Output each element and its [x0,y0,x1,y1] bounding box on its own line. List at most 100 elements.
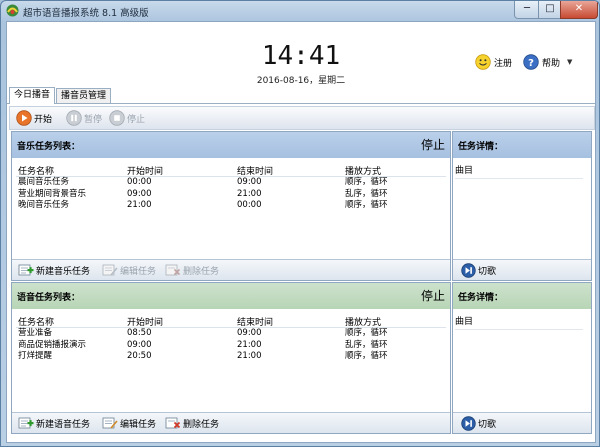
next-track-icon [461,262,476,278]
pause-button[interactable]: 暂停 [66,109,102,127]
delete-task-icon [165,264,181,276]
task-name: 营业准备 [18,328,53,338]
new-music-task-label: 新建音乐任务 [36,266,91,277]
music-panel-header: 音乐任务列表： 停止 [12,132,450,158]
col-end-time[interactable]: 结束时间 [237,315,273,328]
end-time: 21:00 [237,351,262,361]
minimize-button[interactable]: ─ [514,1,540,19]
edit-music-task-button[interactable]: 编辑任务 [102,262,156,278]
end-time: 00:00 [237,200,262,210]
col-play-mode[interactable]: 播放方式 [345,164,381,177]
play-icon [16,110,32,126]
table-row[interactable]: 打烊提醒 20:50 21:00 顺序，循环 [16,351,446,363]
music-detail-panel: 任务详情： 曲目 切歌 [452,131,592,281]
start-time: 20:50 [127,351,152,361]
app-logo-icon [6,4,19,17]
switch-song-label: 切歌 [478,419,497,430]
register-button[interactable]: 注册 [475,53,512,71]
table-row[interactable]: 营业期间背景音乐 09:00 21:00 乱序，循环 [16,189,446,201]
play-mode: 顺序，循环 [345,177,388,187]
edit-task-icon [102,264,118,276]
playback-toolbar: 开始 暂停 停止 [9,106,595,130]
play-mode: 顺序，循环 [345,351,388,361]
pause-label: 暂停 [84,114,103,125]
task-name: 打烊提醒 [18,351,53,361]
voice-detail-panel: 任务详情： 曲目 切歌 [452,282,592,434]
start-time: 21:00 [127,200,152,210]
tab-today-broadcast[interactable]: 今日播音 [9,87,56,104]
stop-label: 停止 [127,114,146,125]
play-mode: 乱序，循环 [345,188,388,199]
start-time: 09:00 [127,188,152,199]
svg-text:?: ? [528,58,534,69]
switch-song-button[interactable]: 切歌 [461,262,496,278]
task-name: 营业期间背景音乐 [18,188,87,199]
delete-task-icon [165,417,181,429]
app-window: 超市语音播报系统 8.1 高级版 ─ □ ✕ 14:41 2016-08-16，… [0,0,600,447]
start-label: 开始 [34,114,53,125]
add-task-icon [18,264,34,276]
music-detail-title: 任务详情： [458,142,504,152]
edit-voice-task-label: 编辑任务 [120,419,157,430]
edit-voice-task-button[interactable]: 编辑任务 [102,415,156,431]
end-time: 21:00 [237,188,262,199]
close-button[interactable]: ✕ [560,1,598,19]
switch-song-button[interactable]: 切歌 [461,415,496,431]
col-play-mode[interactable]: 播放方式 [345,315,381,328]
delete-voice-task-button[interactable]: 删除任务 [165,415,219,431]
col-start-time[interactable]: 开始时间 [127,315,163,328]
end-time: 21:00 [237,339,262,350]
voice-panel-footer: 新建语音任务 编辑任务 删除任务 [12,412,450,433]
music-column-headers: 任务名称 开始时间 结束时间 播放方式 [16,163,446,177]
col-task-name[interactable]: 任务名称 [18,164,54,177]
title-bar[interactable]: 超市语音播报系统 8.1 高级版 ─ □ ✕ [1,1,599,21]
smiley-icon [475,54,491,70]
new-music-task-button[interactable]: 新建音乐任务 [18,262,90,278]
stop-button[interactable]: 停止 [109,109,145,127]
play-mode: 顺序，循环 [345,200,388,210]
help-label: 帮助 [542,58,561,69]
music-panel-title: 音乐任务列表： [17,142,81,152]
voice-panel-title: 语音任务列表： [17,293,81,303]
new-voice-task-label: 新建语音任务 [36,419,91,430]
delete-voice-task-label: 删除任务 [183,419,220,430]
voice-detail-header: 任务详情： [453,283,591,309]
col-start-time[interactable]: 开始时间 [127,164,163,177]
end-time: 09:00 [237,328,262,338]
voice-task-list: 营业准备 08:50 09:00 顺序，循环 商品促销播报演示 09:00 21… [16,328,446,363]
next-track-icon [461,415,476,431]
voice-panel-header: 语音任务列表： 停止 [12,283,450,309]
clock-date: 2016-08-16，星期二 [256,76,346,86]
start-time: 00:00 [127,177,152,187]
play-mode: 顺序，循环 [345,328,388,338]
help-button[interactable]: ? 帮助 [523,53,560,71]
music-task-panel: 音乐任务列表： 停止 任务名称 开始时间 结束时间 播放方式 晨间音乐任务 00… [11,131,451,281]
tab-announcer-management[interactable]: 播音员管理 [56,88,112,103]
start-time: 08:50 [127,328,152,338]
start-button[interactable]: 开始 [16,109,52,127]
edit-task-icon [102,417,118,429]
voice-detail-title: 任务详情： [458,293,504,303]
edit-music-task-label: 编辑任务 [120,266,157,277]
col-task-name[interactable]: 任务名称 [18,315,54,328]
delete-music-task-button[interactable]: 删除任务 [165,262,219,278]
music-status: 停止 [420,138,445,152]
play-mode: 乱序，循环 [345,339,388,350]
table-row[interactable]: 晚间音乐任务 21:00 00:00 顺序，循环 [16,200,446,212]
col-track[interactable]: 曲目 [455,314,583,330]
table-row[interactable]: 营业准备 08:50 09:00 顺序，循环 [16,328,446,340]
window-title: 超市语音播报系统 8.1 高级版 [23,8,149,19]
task-name: 晨间音乐任务 [18,177,70,187]
chevron-down-icon[interactable]: ▼ [567,58,572,66]
maximize-button[interactable]: □ [538,1,562,19]
table-row[interactable]: 商品促销播报演示 09:00 21:00 乱序，循环 [16,340,446,352]
table-row[interactable]: 晨间音乐任务 00:00 09:00 顺序，循环 [16,177,446,189]
col-end-time[interactable]: 结束时间 [237,164,273,177]
help-icon: ? [523,54,539,70]
register-label: 注册 [494,58,513,69]
pause-icon [66,110,82,126]
delete-music-task-label: 删除任务 [183,266,220,277]
end-time: 09:00 [237,177,262,187]
new-voice-task-button[interactable]: 新建语音任务 [18,415,90,431]
col-track[interactable]: 曲目 [455,163,583,179]
